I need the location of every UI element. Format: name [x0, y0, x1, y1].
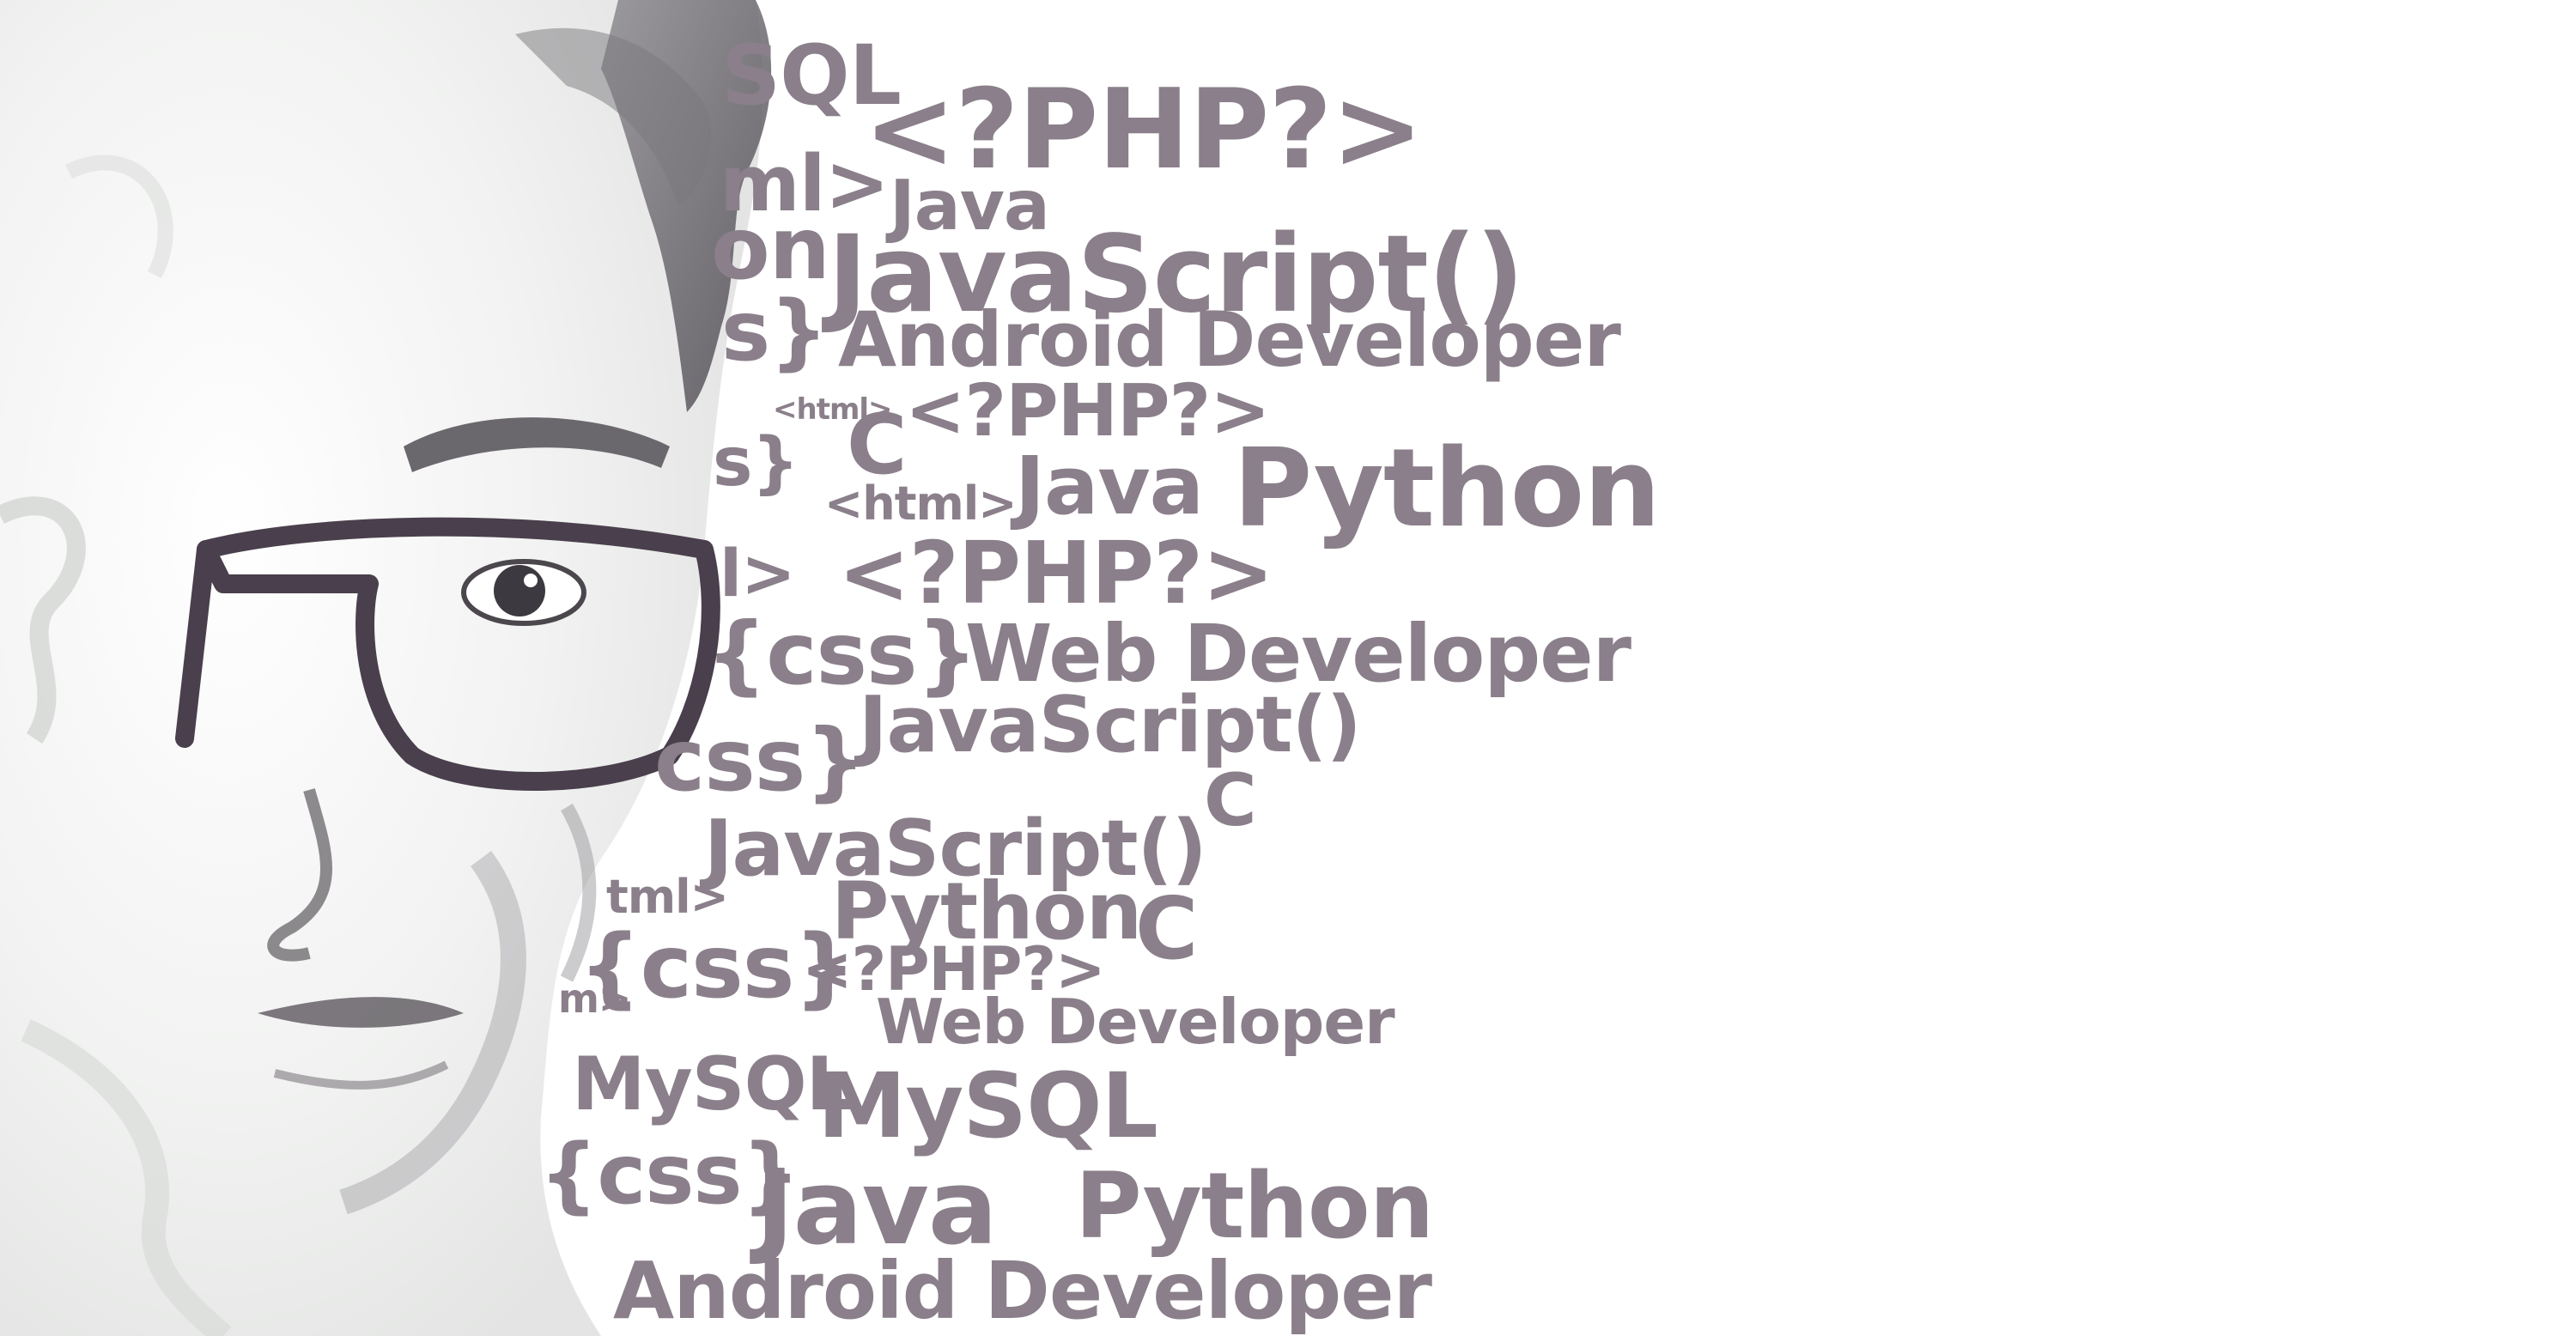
word-l: l>	[720, 535, 796, 611]
word-python-1: Python	[1233, 425, 1661, 551]
word-c-2: C	[1204, 758, 1257, 842]
word-on: on	[711, 198, 830, 299]
word-python-3: Python	[1075, 1153, 1434, 1259]
word-m: m>	[558, 975, 631, 1022]
word-css-2: css}	[654, 710, 866, 811]
word-c-3: C	[1135, 878, 1198, 979]
word-c-1: C	[847, 397, 907, 493]
word-s-2: s}	[713, 424, 799, 501]
word-webdev-2: Web Developer	[876, 986, 1395, 1058]
word-mysql-1: MySQL	[572, 1041, 853, 1127]
word-cloud-portrait: SQL <?PHP?> ml> Java on JavaScript() s} …	[0, 0, 2576, 1336]
word-android-1: Android Developer	[838, 295, 1621, 384]
word-javascript-2: JavaScript()	[859, 680, 1362, 770]
word-java-2: Java	[1015, 440, 1204, 533]
word-php-2: <?PHP?>	[905, 368, 1271, 452]
word-html-4: tml>	[606, 870, 729, 924]
word-mysql-2: MySQL	[817, 1054, 1158, 1158]
word-s-1: s}	[721, 283, 828, 380]
word-android-2: Android Developer	[613, 1245, 1432, 1336]
word-html-3: <html>	[824, 477, 1018, 531]
